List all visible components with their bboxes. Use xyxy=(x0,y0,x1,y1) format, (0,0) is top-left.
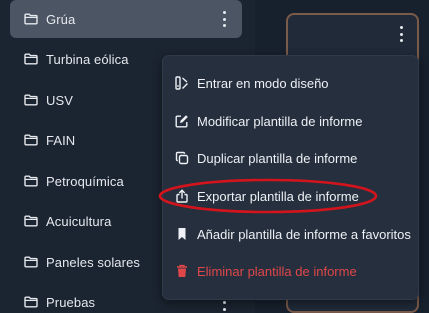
folder-icon xyxy=(24,296,38,308)
bookmark-icon xyxy=(175,227,189,241)
sidebar-item-label: Turbina eólica xyxy=(46,51,129,67)
sidebar-item-label: Grúa xyxy=(46,11,76,27)
sidebar-item-label: Acuicultura xyxy=(46,213,112,229)
sidebar-item-label: Pruebas xyxy=(46,294,96,310)
menu-item-label: Duplicar plantilla de informe xyxy=(197,150,358,166)
sidebar-item-label: USV xyxy=(46,92,74,108)
menu-item-modify-template[interactable]: Modificar plantilla de informe xyxy=(175,107,415,135)
menu-item-label: Eliminar plantilla de informe xyxy=(197,263,357,279)
edit-icon xyxy=(175,114,189,128)
folder-icon xyxy=(24,134,38,146)
folder-icon xyxy=(24,94,38,106)
menu-item-add-to-favorites[interactable]: Añadir plantilla de informe a favoritos xyxy=(175,220,415,248)
more-options-icon[interactable] xyxy=(220,11,228,27)
trash-icon xyxy=(175,264,189,278)
card-more-options-icon[interactable] xyxy=(397,26,405,42)
folder-icon xyxy=(24,215,38,227)
menu-item-enter-design-mode[interactable]: Entrar en modo diseño xyxy=(175,69,415,97)
design-mode-icon xyxy=(175,76,189,90)
menu-item-delete-template[interactable]: Eliminar plantilla de informe xyxy=(175,257,415,285)
folder-icon xyxy=(24,256,38,268)
context-menu: Entrar en modo diseño Modificar plantill… xyxy=(162,55,419,300)
sidebar-item-label: Paneles solares xyxy=(46,254,140,270)
duplicate-icon xyxy=(175,151,189,165)
more-options-icon[interactable] xyxy=(220,301,228,313)
menu-item-export-template[interactable]: Exportar plantilla de informe xyxy=(175,182,415,210)
sidebar-item-label: FAIN xyxy=(46,132,76,148)
menu-item-label: Entrar en modo diseño xyxy=(197,75,329,91)
menu-item-label: Modificar plantilla de informe xyxy=(197,113,363,129)
folder-icon xyxy=(24,175,38,187)
sidebar-item-label: Petroquímica xyxy=(46,173,124,189)
folder-icon xyxy=(24,53,38,65)
menu-item-label: Exportar plantilla de informe xyxy=(197,188,359,204)
export-icon xyxy=(175,189,189,203)
sidebar-item-grua[interactable]: Grúa xyxy=(10,0,242,38)
menu-item-duplicate-template[interactable]: Duplicar plantilla de informe xyxy=(175,144,415,172)
app-root: Grúa Turbina eólica USV FAIN Petroquímic… xyxy=(0,0,429,313)
folder-icon xyxy=(24,13,38,25)
menu-item-label: Añadir plantilla de informe a favoritos xyxy=(197,226,411,242)
